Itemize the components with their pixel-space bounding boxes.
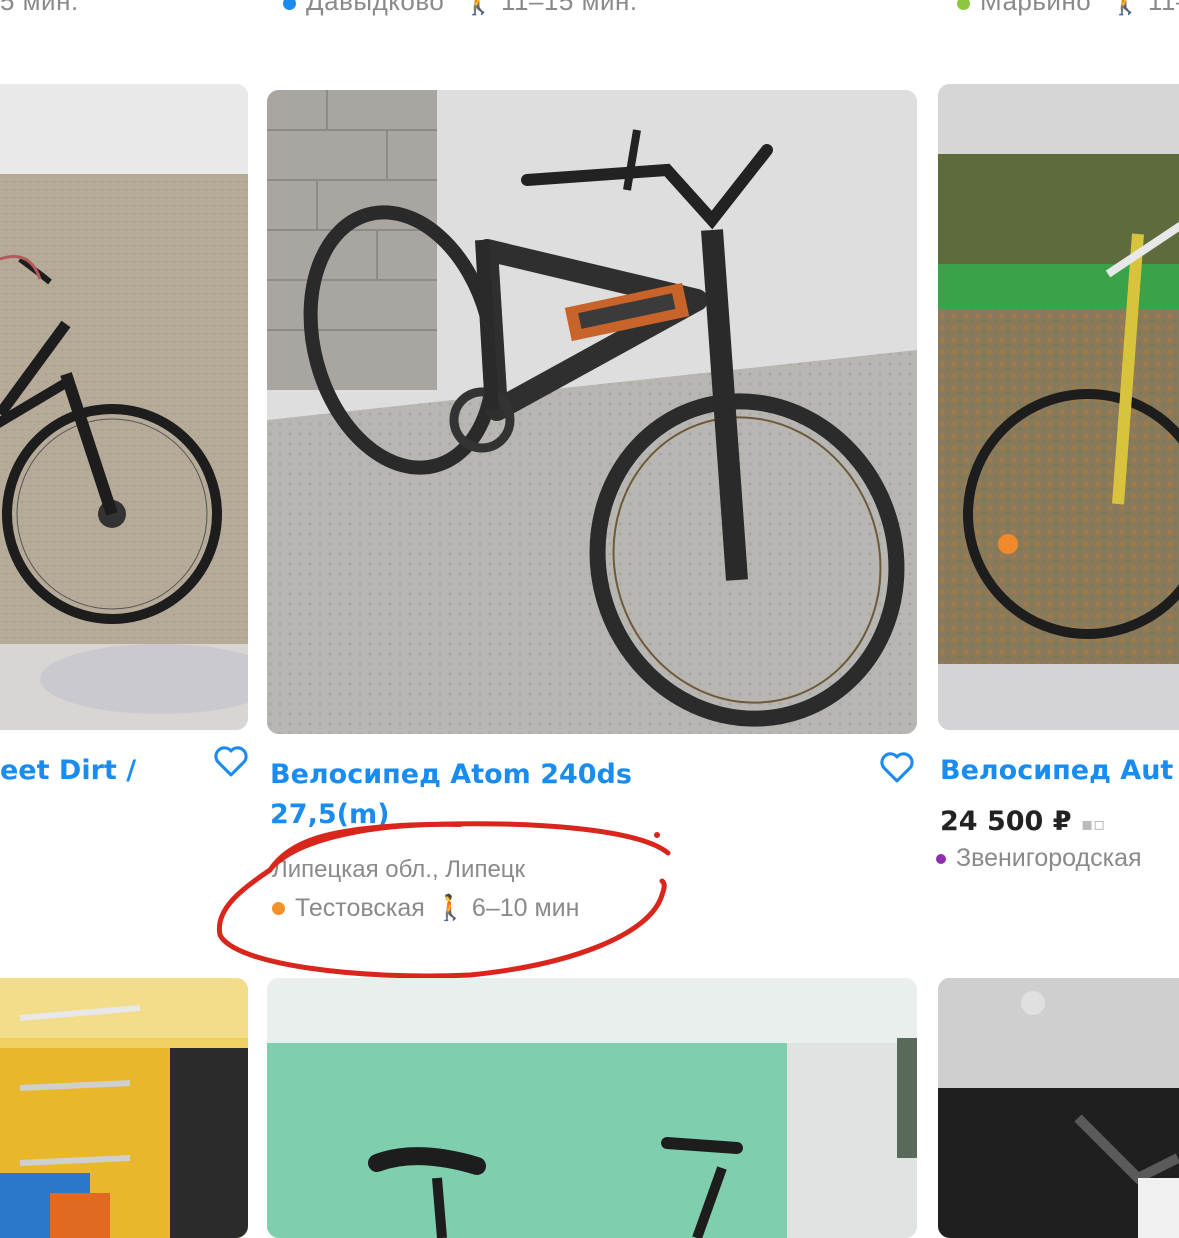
- metro-station: Звенигородская: [956, 844, 1142, 872]
- metro-dot-icon: [936, 853, 946, 864]
- metro-dot-icon: [283, 0, 296, 10]
- listing-title-line1[interactable]: Велосипед Atom 240ds: [270, 756, 632, 794]
- top-center-meta: Давыдково 🚶 11–15 мин.: [283, 0, 638, 17]
- top-right-meta: Марьино 🚶11–: [957, 0, 1179, 17]
- listing-metro: Звенигородская: [936, 844, 1142, 873]
- listing-photo[interactable]: [267, 978, 917, 1238]
- delivery-icon: ▪▫: [1080, 814, 1106, 835]
- listing-photo[interactable]: [267, 90, 917, 734]
- listing-price: 24 500 ₽ ▪▫: [940, 806, 1106, 837]
- annotation-ellipse: [216, 821, 671, 979]
- listing-title[interactable]: Велосипед Aut: [940, 752, 1173, 790]
- listing-photo[interactable]: [938, 978, 1179, 1238]
- walking-person-icon: 🚶: [462, 0, 495, 16]
- listing-photo[interactable]: [0, 84, 248, 730]
- listing-title[interactable]: eet Dirt /: [0, 752, 136, 790]
- metro-dot-icon: [957, 0, 970, 10]
- heart-outline-icon[interactable]: [212, 744, 250, 778]
- top-left-meta: 5 мин.: [0, 0, 79, 16]
- listing-photo[interactable]: [0, 978, 248, 1238]
- listing-photo[interactable]: [938, 84, 1179, 730]
- walking-person-icon: 🚶: [1109, 0, 1142, 16]
- heart-outline-icon[interactable]: [878, 750, 916, 784]
